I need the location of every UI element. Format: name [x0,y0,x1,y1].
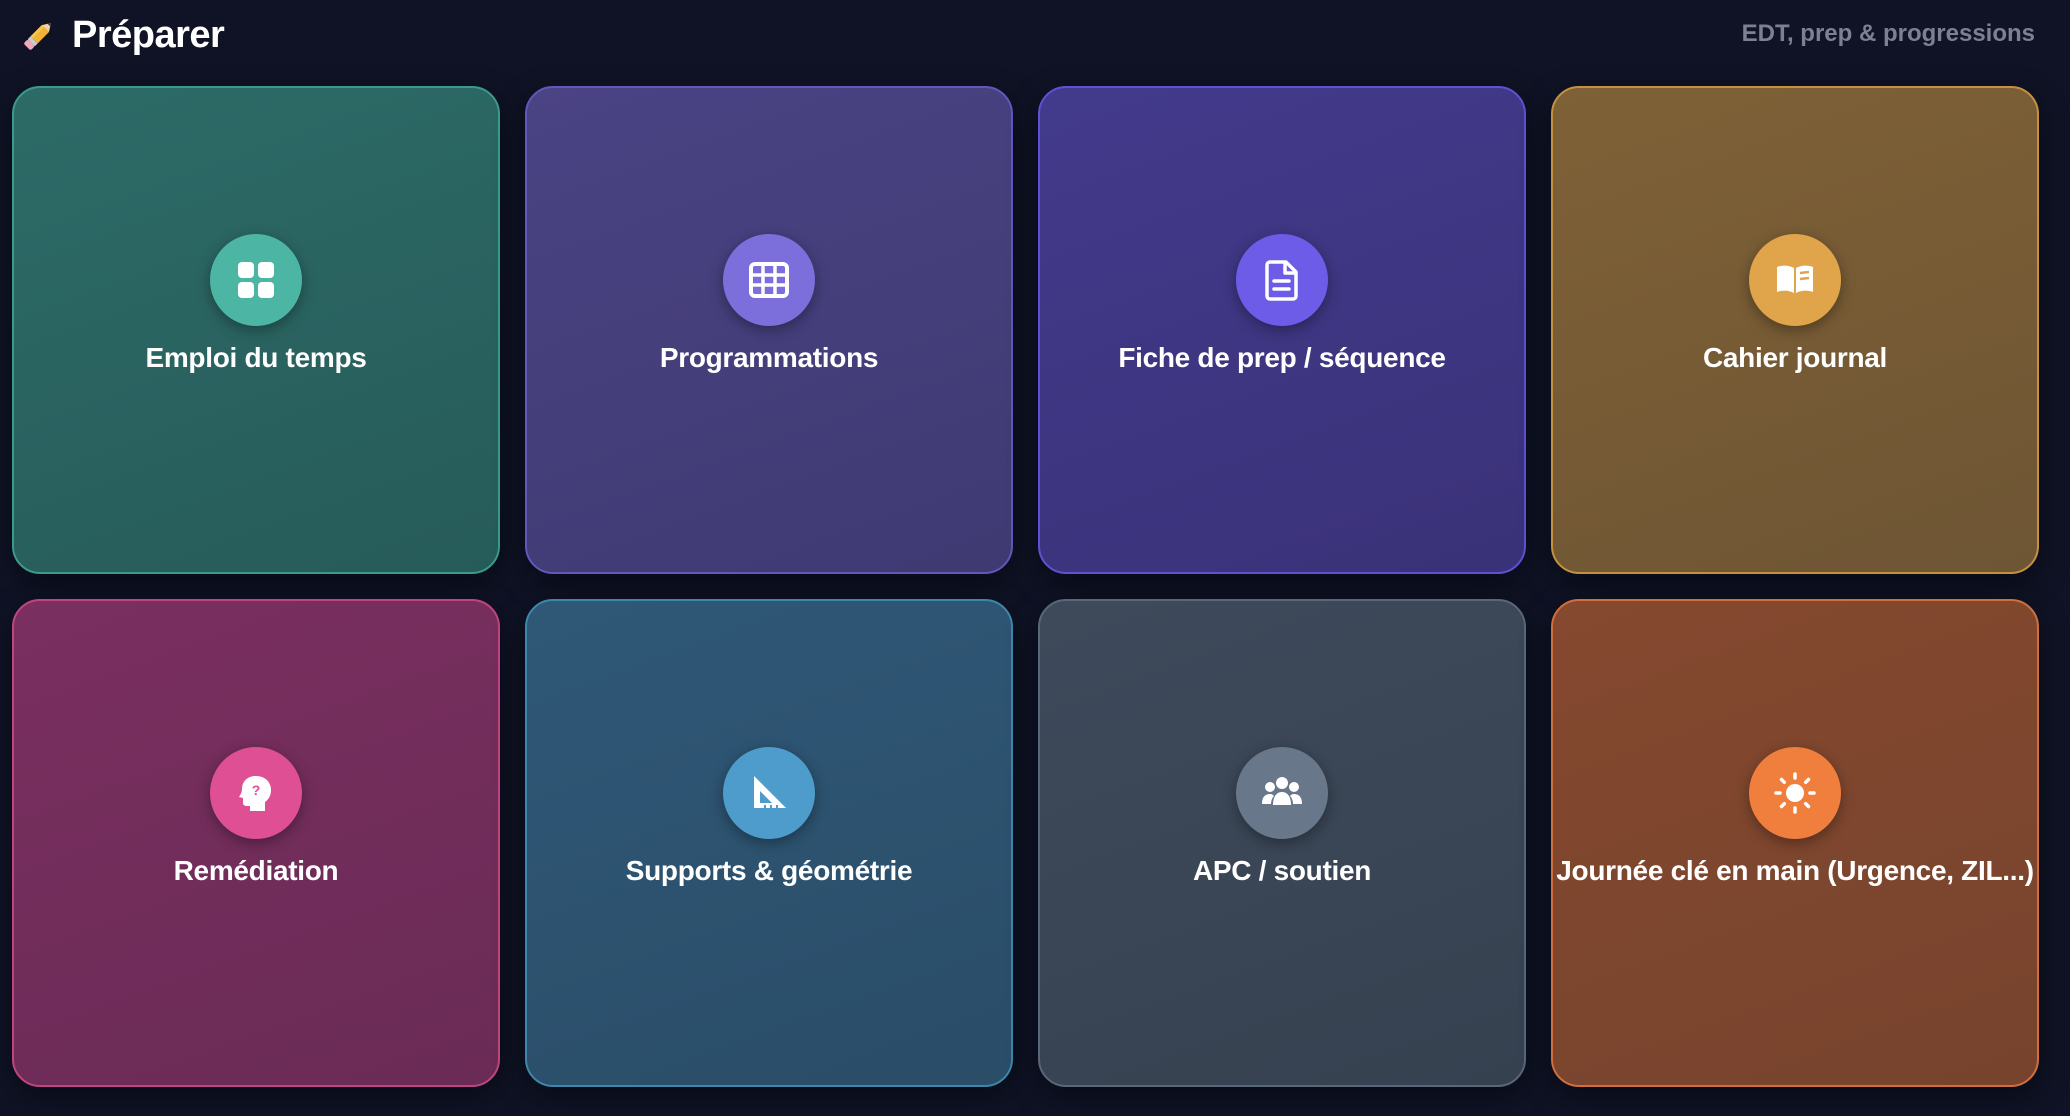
group-icon [1236,747,1328,839]
tile-label: Remédiation [173,855,339,886]
open-book-icon [1749,234,1841,326]
tile-label: Cahier journal [1702,342,1888,373]
table-icon [722,234,815,326]
document-icon [1235,234,1328,326]
tile-label: Fiche de prep / séquence [1118,342,1446,373]
sun-icon [1749,747,1841,839]
svg-text:?: ? [252,782,261,798]
tile-label: Journée clé en main (Urgence, ZIL...) [1556,855,2034,886]
tile-label: Supports & géométrie [625,855,913,886]
tile-cahier-journal[interactable]: Cahier journal [1551,86,2039,574]
tile-remediation[interactable]: ? Remédiation [12,599,500,1087]
page-header: Préparer EDT, prep & progressions [0,0,2070,70]
tile-supports-geometrie[interactable]: Supports & géométrie [525,599,1013,1087]
tile-label: APC / soutien [1192,855,1372,886]
grid-icon [209,234,302,326]
tile-emploi-du-temps[interactable]: Emploi du temps [12,86,500,574]
page-title: Préparer [18,10,225,60]
tile-label: Programmations [659,342,879,373]
page-subtitle: EDT, prep & progressions [1741,20,2035,47]
tile-fiche-de-prep[interactable]: Fiche de prep / séquence [1038,86,1526,574]
page-title-text: Préparer [72,13,225,56]
head-question-icon: ? [209,747,302,839]
tile-journee-cle-en-main[interactable]: Journée clé en main (Urgence, ZIL...) [1551,599,2039,1087]
set-square-icon [722,747,815,839]
pencil-icon [18,14,60,56]
tile-grid: Emploi du temps Programmations Fiche de … [12,86,2039,1087]
tile-label: Emploi du temps [145,342,367,373]
tile-apc-soutien[interactable]: APC / soutien [1038,599,1526,1087]
tile-programmations[interactable]: Programmations [525,86,1013,574]
